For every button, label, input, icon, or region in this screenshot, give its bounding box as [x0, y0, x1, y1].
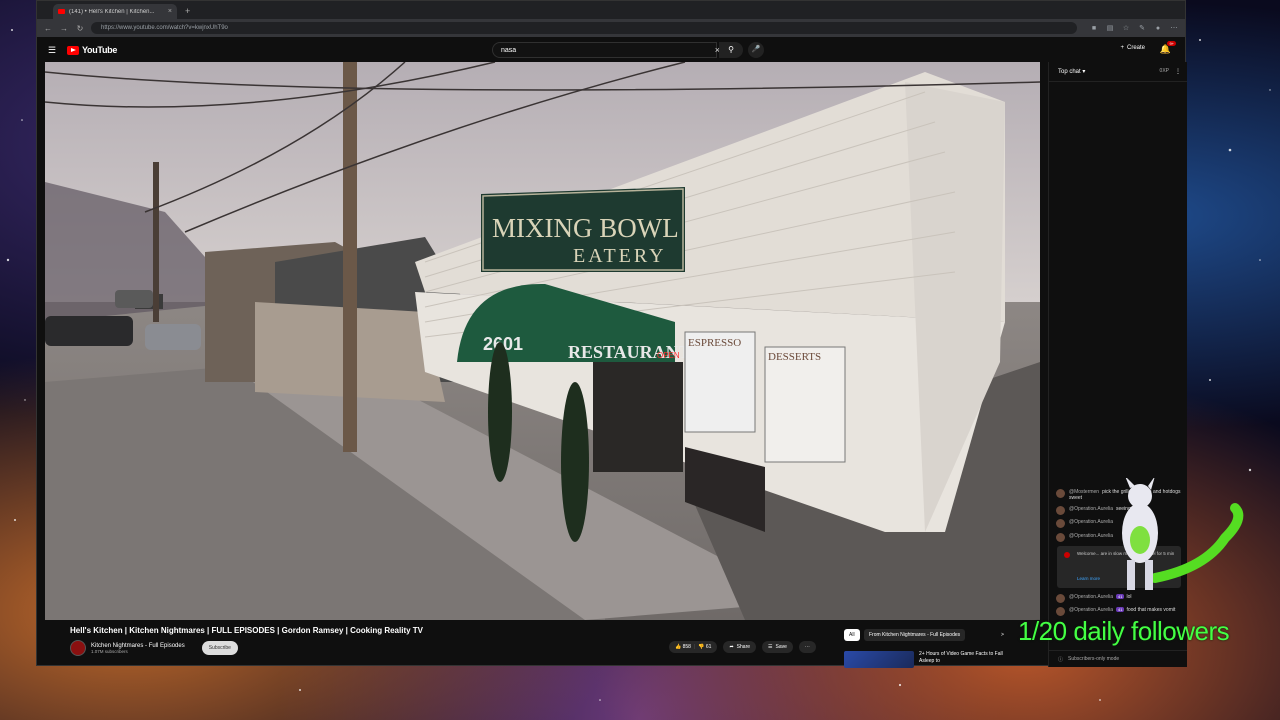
- tab-strip: (141) • Hell's Kitchen | Kitchen... × +: [37, 1, 1185, 19]
- chip-all[interactable]: All: [844, 629, 860, 641]
- save-label: Save: [775, 644, 787, 650]
- youtube-notice-icon: [1064, 552, 1070, 558]
- dislike-count: 61: [705, 644, 712, 650]
- notification-badge: 9+: [1167, 41, 1176, 46]
- reader-icon[interactable]: ▤: [1105, 24, 1115, 32]
- xp-label[interactable]: 0XP: [1160, 68, 1169, 75]
- thumbs-down-icon: 👎: [698, 644, 705, 650]
- url-field[interactable]: https://www.youtube.com/watch?v=kwjnxUhT…: [91, 22, 1077, 34]
- open-sign-text: OPEN: [657, 351, 680, 360]
- recommended-video[interactable]: 2+ Hours of Video Game Facts to Fall Asl…: [844, 651, 1009, 668]
- like-button[interactable]: 👍 858: [675, 644, 691, 650]
- tab-title: (141) • Hell's Kitchen | Kitchen...: [69, 8, 155, 15]
- favorite-star-icon[interactable]: ☆: [1121, 24, 1131, 32]
- chip-from-channel[interactable]: From Kitchen Nightmares - Full Episodes: [864, 629, 966, 641]
- collections-icon[interactable]: ✎: [1137, 24, 1147, 32]
- chip-scroll-right-icon[interactable]: >: [996, 629, 1009, 641]
- youtube-favicon-icon: [58, 9, 65, 14]
- browser-menu-icon[interactable]: ⋯: [1169, 24, 1179, 32]
- info-icon: ⓘ: [1058, 656, 1064, 663]
- back-icon[interactable]: ←: [43, 24, 53, 33]
- profile-icon[interactable]: ●: [1153, 25, 1163, 32]
- subscribe-button[interactable]: Subscribe: [201, 641, 238, 655]
- video-actions: 👍 858 | 👎 61 ➦ Share ☰ Save ⋯: [669, 641, 816, 653]
- save-icon: ☰: [768, 644, 773, 650]
- avatar: [1056, 519, 1065, 528]
- chat-header: Top chat ▾ 0XP ⋮: [1049, 62, 1187, 82]
- search-icon: ⚲: [728, 45, 734, 54]
- reload-icon[interactable]: ↻: [75, 24, 85, 33]
- video-title: Hell's Kitchen | Kitchen Nightmares | FU…: [70, 626, 423, 635]
- youtube-play-icon: [67, 45, 79, 55]
- stream-mascot-overlay: [1122, 478, 1244, 590]
- window-left-text: ESPRESSO: [688, 337, 741, 349]
- recommended-title: 2+ Hours of Video Game Facts to Fall Asl…: [919, 651, 1003, 664]
- video-player[interactable]: MIXING BOWL EATERY 2601 RESTAURANT ESPRE…: [45, 62, 1040, 620]
- share-icon: ➦: [729, 644, 734, 650]
- channel-avatar[interactable]: [70, 640, 86, 656]
- channel-name[interactable]: Kitchen Nightmares - Full Episodes: [91, 643, 185, 649]
- share-button[interactable]: ➦ Share: [723, 641, 757, 653]
- sign-main-text: MIXING BOWL: [492, 213, 679, 243]
- thumbs-up-icon: 👍: [675, 644, 682, 650]
- notifications-button[interactable]: 🔔 9+: [1160, 41, 1176, 55]
- window-right-text: DESSERTS: [768, 351, 821, 363]
- like-count: 858: [682, 644, 691, 650]
- voice-search-button[interactable]: 🎤: [748, 42, 764, 58]
- chat-author: @Operation.Aurelia: [1069, 607, 1113, 613]
- more-actions-button[interactable]: ⋯: [798, 641, 816, 653]
- tab-close-icon[interactable]: ×: [168, 8, 172, 15]
- youtube-logo[interactable]: YouTube: [67, 45, 117, 55]
- search-query: nasa: [501, 46, 517, 54]
- avatar: [1056, 506, 1065, 515]
- daily-followers-overlay: 1/20 daily followers: [1018, 616, 1230, 646]
- chat-menu-icon[interactable]: ⋮: [1175, 68, 1181, 75]
- chat-footer: ⓘ Subscribers-only mode: [1049, 650, 1187, 667]
- share-label: Share: [736, 644, 751, 650]
- member-level-badge: 41: [1116, 607, 1125, 612]
- video-details: Hell's Kitchen | Kitchen Nightmares | FU…: [70, 626, 850, 656]
- hamburger-menu-icon[interactable]: ☰: [48, 45, 60, 56]
- create-label: Create: [1126, 45, 1145, 51]
- like-dislike-group: 👍 858 | 👎 61: [669, 641, 718, 653]
- avatar: [1056, 489, 1065, 498]
- microphone-icon: 🎤: [751, 46, 761, 53]
- video-frame: MIXING BOWL EATERY 2601 RESTAURANT ESPRE…: [45, 62, 1040, 620]
- top-chat-label: Top chat: [1058, 69, 1081, 75]
- dislike-button[interactable]: 👎 61: [698, 644, 711, 650]
- browser-window: (141) • Hell's Kitchen | Kitchen... × + …: [36, 0, 1187, 668]
- avatar: [1056, 533, 1065, 542]
- youtube-logo-text: YouTube: [82, 45, 118, 55]
- subscribers-only-label: Subscribers-only mode: [1068, 656, 1120, 662]
- channel-info: Kitchen Nightmares - Full Episodes 1.07M…: [91, 643, 185, 654]
- chat-text: food that makes vomit: [1126, 607, 1176, 613]
- create-button[interactable]: + Create: [1120, 45, 1145, 51]
- extension-icon[interactable]: ■: [1089, 25, 1099, 32]
- save-button[interactable]: ☰ Save: [762, 641, 793, 653]
- channel-row: Kitchen Nightmares - Full Episodes 1.07M…: [70, 640, 238, 656]
- tab-youtube[interactable]: (141) • Hell's Kitchen | Kitchen... ×: [53, 4, 177, 19]
- address-bar: ← → ↻ https://www.youtube.com/watch?v=kw…: [37, 19, 1185, 37]
- forward-icon[interactable]: →: [59, 24, 69, 33]
- subscriber-count: 1.07M subscribers: [91, 648, 128, 654]
- avatar: [1056, 594, 1065, 603]
- new-tab-button[interactable]: +: [181, 4, 194, 19]
- recommended-thumbnail: [844, 651, 914, 668]
- youtube-header: ☰ YouTube nasa × ⚲ 🎤 + Create 🔔 9+: [37, 39, 1185, 61]
- top-chat-dropdown[interactable]: Top chat ▾: [1058, 68, 1085, 75]
- plus-icon: +: [1120, 45, 1124, 51]
- search-input[interactable]: nasa ×: [492, 42, 720, 58]
- avatar: [1056, 607, 1065, 616]
- search-button[interactable]: ⚲: [719, 42, 743, 58]
- sign-sub-text: EATERY: [573, 245, 667, 267]
